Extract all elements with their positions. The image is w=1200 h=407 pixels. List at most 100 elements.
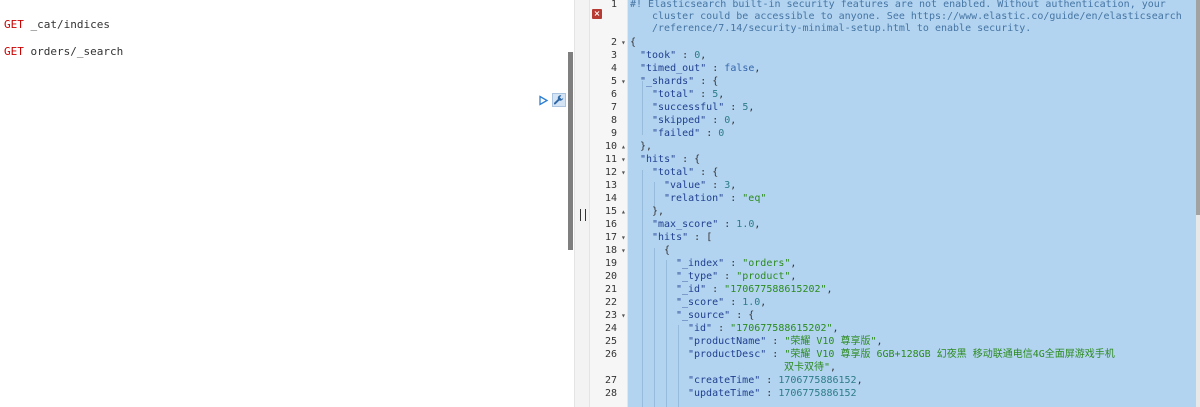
request-method: GET [4,45,24,58]
indent-guide [642,170,643,407]
json-key: "productDesc" [688,349,767,360]
line-number: 19 [604,258,617,269]
response-scrollbar[interactable] [1196,0,1200,407]
json-string: "170677588615202" [730,323,833,334]
line-number: 11 [604,154,617,165]
json-key: "_score" [676,297,725,308]
line-number: 3 [610,50,617,61]
json-line: { [630,37,637,48]
json-line: "total" : 5, [652,89,725,100]
line-number: 4 [610,63,617,74]
json-line: "createTime" : 1706775886152, [688,375,863,386]
json-key: "value" [664,180,707,191]
fold-open-icon[interactable]: ▾ [621,78,626,86]
request-editor-scrollbar[interactable] [568,52,573,250]
json-line: "_shards" : { [640,76,719,87]
json-key: "hits" [640,154,677,165]
json-line: "productName" : "荣耀 V10 尊享版", [688,336,883,347]
splitter-handle-icon[interactable] [580,209,586,221]
json-key: "successful" [652,102,725,113]
json-line: "_id" : "170677588615202", [676,284,833,295]
json-line: "total" : { [652,167,719,178]
fold-close-icon[interactable]: ▴ [621,143,626,151]
fold-open-icon[interactable]: ▾ [621,247,626,255]
line-number: 28 [604,388,617,399]
request-path: orders/_search [30,45,124,58]
json-key: "createTime" [688,375,761,386]
indent-guide [678,325,679,407]
elasticsearch-console: GET _cat/indices GET orders/_search × 1 … [0,0,1200,407]
json-line: }, [640,141,653,152]
play-icon[interactable] [538,94,549,106]
json-line: "value" : 3, [664,180,737,191]
fold-open-icon[interactable]: ▾ [621,169,626,177]
json-line: "relation" : "eq" [664,193,767,204]
json-line: "hits" : [ [652,232,713,243]
request-path: _cat/indices [30,18,110,31]
response-scrollbar-thumb[interactable] [1196,0,1200,215]
line-number: 22 [604,297,617,308]
json-line: "_source" : { [676,310,755,321]
line-number: 13 [604,180,617,191]
json-line: "took" : 0, [640,50,707,61]
json-line: "skipped" : 0, [652,115,737,126]
fold-open-icon[interactable]: ▾ [621,312,626,320]
splitter-grip-line [580,209,581,221]
line-number: 7 [610,102,617,113]
json-line: "hits" : { [640,154,701,165]
json-line: "_index" : "orders", [676,258,797,269]
request-editor[interactable]: GET _cat/indices GET orders/_search [0,0,568,407]
json-key: "max_score" [652,219,719,230]
line-number: 25 [604,336,617,347]
response-output[interactable]: × 1 2 3 4 5 6 7 8 9 10 11 12 13 14 15 16… [590,0,1200,407]
request-actions [538,93,568,107]
fold-open-icon[interactable]: ▾ [621,39,626,47]
line-number: 14 [604,193,617,204]
json-number: 1706775886152 [778,375,857,386]
json-line: 双卡双待", [784,362,837,373]
json-line: "timed_out" : false, [640,63,761,74]
json-string: "orders" [742,258,791,269]
indent-guide [642,81,643,135]
line-number: 26 [604,349,617,360]
json-string: 双卡双待" [784,362,831,373]
line-number-gutter: × 1 2 3 4 5 6 7 8 9 10 11 12 13 14 15 16… [590,0,628,407]
json-key: "_shards" [640,76,695,87]
json-string: "170677588615202" [724,284,827,295]
json-number: 1.0 [742,297,761,308]
json-key: "total" [652,167,695,178]
wrench-icon[interactable] [552,93,566,107]
pane-splitter[interactable] [574,0,590,407]
line-number: 24 [604,323,617,334]
json-line: { [664,245,671,256]
line-number: 15 [604,206,617,217]
json-string: "product" [736,271,791,282]
request-line-cat-indices[interactable]: GET _cat/indices [4,18,110,32]
json-key: "total" [652,89,695,100]
request-line-orders-search[interactable]: GET orders/_search [4,45,123,59]
play-icon-graphic [539,94,549,106]
line-number: 2 [610,37,617,48]
fold-open-icon[interactable]: ▾ [621,234,626,242]
json-key: "hits" [652,232,689,243]
json-number: 1706775886152 [778,388,857,399]
line-number: 18 [604,245,617,256]
json-line: "updateTime" : 1706775886152 [688,388,857,399]
indent-guide [654,248,655,407]
line-number: 21 [604,284,617,295]
json-string: "eq" [742,193,767,204]
fold-close-icon[interactable]: ▴ [621,208,626,216]
line-number: 16 [604,219,617,230]
json-number: 1.0 [736,219,755,230]
line-number: 5 [610,76,617,87]
json-response-code[interactable]: #! Elasticsearch built-in security featu… [628,0,1198,407]
wrench-icon-graphic [553,95,564,105]
line-number: 1 [610,0,617,10]
json-key: "skipped" [652,115,707,126]
json-line: "id" : "170677588615202", [688,323,839,334]
fold-open-icon[interactable]: ▾ [621,156,626,164]
json-line: }, [652,206,665,217]
request-method: GET [4,18,24,31]
json-key: "_type" [676,271,719,282]
json-key: "productName" [688,336,767,347]
